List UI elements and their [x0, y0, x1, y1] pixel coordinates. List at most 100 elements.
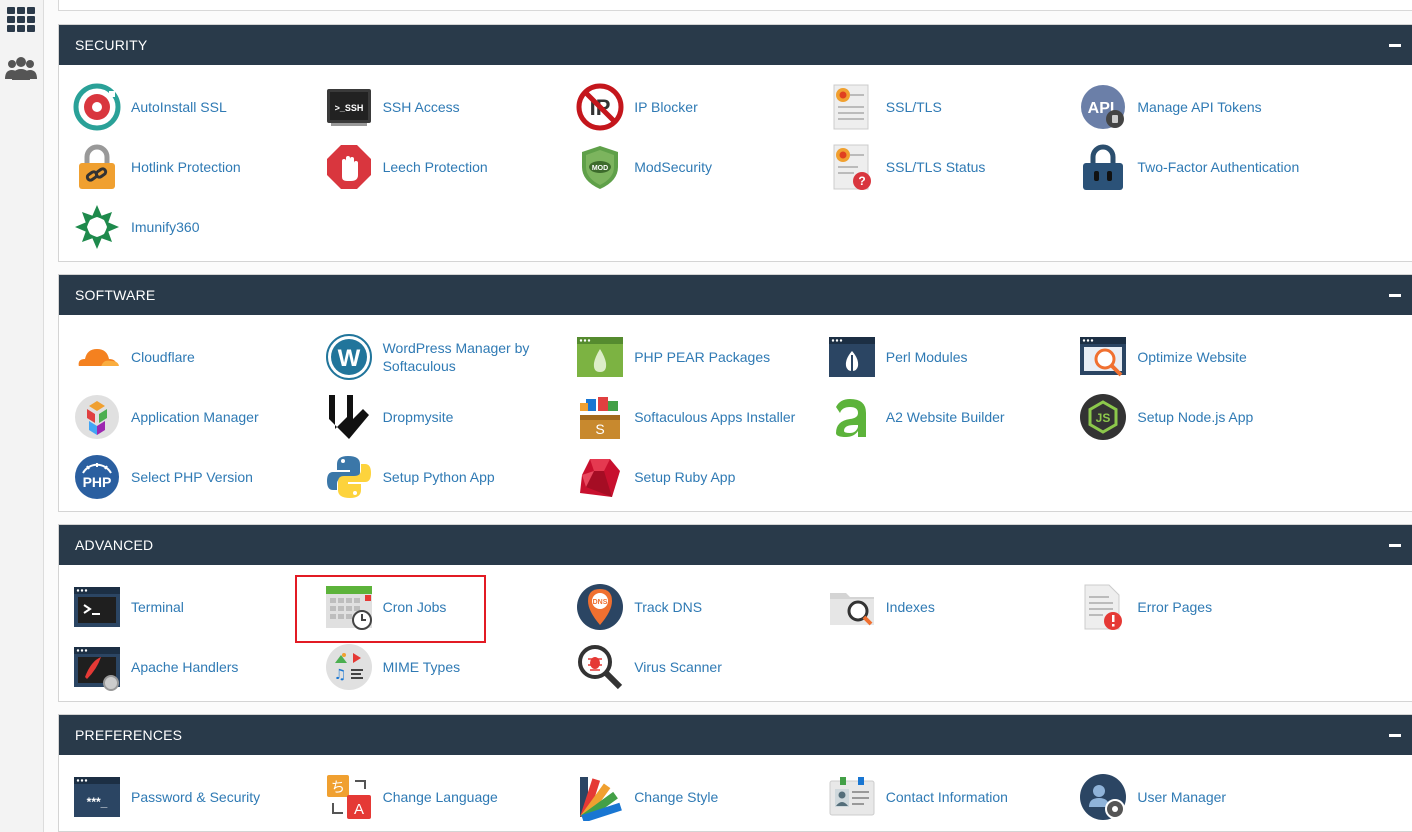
tool-row: Terminal Cron Jobs DNS Track DNS Indexes Erro… — [73, 577, 1412, 637]
tool-link-two-factor-authentication[interactable]: Two-Factor Authentication — [1079, 137, 1331, 197]
application-manager-icon — [73, 393, 121, 441]
tool-row: Apache Handlers ♫ MIME Types Virus Scanner — [73, 637, 1412, 697]
tool-link-select-php-version[interactable]: PHP Select PHP Version — [73, 447, 325, 507]
tool-link-imunify360[interactable]: Imunify360 — [73, 197, 325, 257]
a2-website-builder-icon — [828, 393, 876, 441]
tool-label: Leech Protection — [382, 159, 488, 175]
svg-text:A: A — [354, 801, 364, 818]
svg-text:JS: JS — [1096, 411, 1111, 425]
tool-label: Two-Factor Authentication — [1137, 159, 1300, 175]
collapse-icon[interactable] — [1389, 733, 1401, 737]
tool-label: A2 Website Builder — [885, 409, 1005, 425]
tool-label: Softaculous Apps Installer — [634, 409, 796, 425]
section-advanced: ADVANCED Terminal Cron Jobs DNS Track DNS Ind… — [58, 524, 1412, 702]
tool-link-setup-node-js-app[interactable]: JS Setup Node.js App — [1079, 387, 1331, 447]
tool-label: Change Style — [634, 789, 719, 805]
tool-link-ip-blocker[interactable]: IP IP Blocker — [576, 77, 828, 137]
tool-link-application-manager[interactable]: Application Manager — [73, 387, 325, 447]
two-factor-authentication-icon — [1079, 143, 1127, 191]
tool-link-setup-ruby-app[interactable]: Setup Ruby App — [576, 447, 828, 507]
tool-label: Change Language — [382, 789, 498, 805]
tool-link-modsecurity[interactable]: MOD ModSecurity — [576, 137, 828, 197]
section-header[interactable]: PREFERENCES — [59, 715, 1412, 755]
svg-text:PHP: PHP — [83, 474, 112, 490]
tool-label: Error Pages — [1137, 599, 1213, 615]
tool-label: PHP PEAR Packages — [634, 349, 771, 365]
section-title: SOFTWARE — [75, 287, 156, 303]
tool-label: SSL/TLS — [885, 99, 942, 115]
tool-link-a2-website-builder[interactable]: A2 Website Builder — [828, 387, 1080, 447]
ssl-tls-icon — [828, 83, 876, 131]
tool-link-manage-api-tokens[interactable]: API Manage API Tokens — [1079, 77, 1331, 137]
tool-row: Application Manager Dropmysite S Softaculou… — [73, 387, 1412, 447]
tool-link-softaculous-apps-installer[interactable]: S Softaculous Apps Installer — [576, 387, 828, 447]
svg-text:MOD: MOD — [592, 165, 608, 172]
tool-label: Optimize Website — [1137, 349, 1247, 365]
tool-link-cron-jobs[interactable]: Cron Jobs — [325, 577, 577, 637]
tool-link-dropmysite[interactable]: Dropmysite — [325, 387, 577, 447]
svg-text:♫: ♫ — [333, 667, 346, 683]
collapse-icon[interactable] — [1389, 43, 1401, 47]
modsecurity-icon: MOD — [576, 143, 624, 191]
setup-python-app-icon — [325, 453, 373, 501]
section-header[interactable]: SECURITY — [59, 25, 1412, 65]
tool-link-track-dns[interactable]: DNS Track DNS — [576, 577, 828, 637]
password-security-icon: ***_ — [73, 773, 121, 821]
tool-link-ssl-tls-status[interactable]: ? SSL/TLS Status — [828, 137, 1080, 197]
users-icon[interactable] — [4, 54, 38, 84]
softaculous-apps-installer-icon: S — [576, 393, 624, 441]
terminal-icon — [73, 583, 121, 631]
tool-link-perl-modules[interactable]: Perl Modules — [828, 327, 1080, 387]
tool-link-contact-information[interactable]: Contact Information — [828, 767, 1080, 827]
tool-link-wordpress-manager-by-softaculous[interactable]: W WordPress Manager by Softaculous — [325, 327, 577, 387]
apache-handlers-icon — [73, 643, 121, 691]
perl-modules-icon — [828, 333, 876, 381]
manage-api-tokens-icon: API — [1079, 83, 1127, 131]
collapse-icon[interactable] — [1389, 543, 1401, 547]
tool-link-leech-protection[interactable]: Leech Protection — [325, 137, 577, 197]
section-header[interactable]: SOFTWARE — [59, 275, 1412, 315]
grid-icon[interactable] — [4, 4, 38, 34]
section-header[interactable]: ADVANCED — [59, 525, 1412, 565]
tool-link-ssl-tls[interactable]: SSL/TLS — [828, 77, 1080, 137]
tool-link-user-manager[interactable]: User Manager — [1079, 767, 1331, 827]
tool-link-autoinstall-ssl[interactable]: AutoInstall SSL — [73, 77, 325, 137]
track-dns-icon: DNS — [576, 583, 624, 631]
tool-label: Contact Information — [885, 789, 1008, 805]
autoinstall-ssl-icon — [73, 83, 121, 131]
collapse-icon[interactable] — [1389, 293, 1401, 297]
ip-blocker-icon: IP — [576, 83, 624, 131]
previous-panel-edge — [58, 0, 1412, 11]
tool-link-change-language[interactable]: ち A Change Language — [325, 767, 577, 827]
tool-label: Cloudflare — [131, 349, 195, 365]
tool-label: Cron Jobs — [382, 599, 447, 615]
tool-label: MIME Types — [382, 659, 461, 675]
tool-link-optimize-website[interactable]: Optimize Website — [1079, 327, 1331, 387]
php-pear-packages-icon — [576, 333, 624, 381]
tool-link-hotlink-protection[interactable]: Hotlink Protection — [73, 137, 325, 197]
tool-link-terminal[interactable]: Terminal — [73, 577, 325, 637]
tool-link-indexes[interactable]: Indexes — [828, 577, 1080, 637]
virus-scanner-icon — [576, 643, 624, 691]
tool-link-virus-scanner[interactable]: Virus Scanner — [576, 637, 828, 697]
dropmysite-icon — [325, 393, 373, 441]
tool-link-error-pages[interactable]: Error Pages — [1079, 577, 1331, 637]
tool-link-cloudflare[interactable]: Cloudflare — [73, 327, 325, 387]
tool-link-password-security[interactable]: ***_ Password & Security — [73, 767, 325, 827]
tool-link-setup-python-app[interactable]: Setup Python App — [325, 447, 577, 507]
tool-link-mime-types[interactable]: ♫ MIME Types — [325, 637, 577, 697]
svg-text:W: W — [337, 345, 360, 372]
tool-link-php-pear-packages[interactable]: PHP PEAR Packages — [576, 327, 828, 387]
svg-text:***_: ***_ — [87, 795, 108, 809]
tool-label: Indexes — [885, 599, 935, 615]
tool-link-change-style[interactable]: Change Style — [576, 767, 828, 827]
tool-link-apache-handlers[interactable]: Apache Handlers — [73, 637, 325, 697]
error-pages-icon — [1079, 583, 1127, 631]
tool-label: Dropmysite — [382, 409, 454, 425]
tool-label: SSL/TLS Status — [885, 159, 986, 175]
svg-text:?: ? — [858, 174, 865, 188]
section-body: Cloudflare W WordPress Manager by Softacul… — [59, 315, 1412, 511]
section-body: ***_ Password & Security ち A Change Language… — [59, 755, 1412, 831]
setup-ruby-app-icon — [576, 453, 624, 501]
tool-link-ssh-access[interactable]: >_SSH SSH Access — [325, 77, 577, 137]
